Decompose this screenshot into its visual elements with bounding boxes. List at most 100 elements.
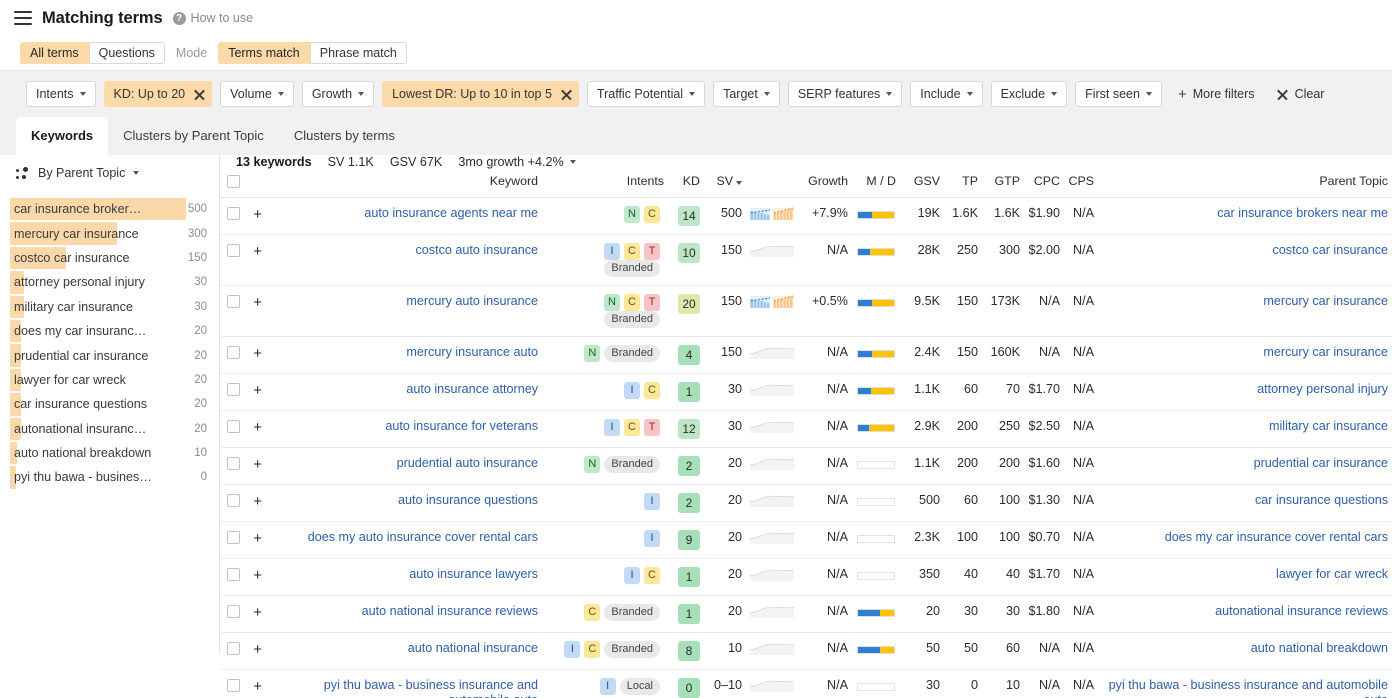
sidebar-item[interactable]: prudential car insurance 20 <box>0 343 219 367</box>
row-checkbox[interactable] <box>227 206 240 220</box>
add-keyword-button[interactable]: + <box>244 484 266 522</box>
filter-volume[interactable]: Volume <box>220 81 294 107</box>
table-row[interactable]: + costco auto insurance I C TBranded 10 150 N/A… <box>220 234 1392 286</box>
clear-filters-button[interactable]: Clear <box>1271 87 1327 101</box>
add-keyword-button[interactable]: + <box>244 285 266 337</box>
parent-topic-link[interactable]: pyi thu bawa - business insurance and au… <box>1102 678 1388 698</box>
sidebar-item[interactable]: attorney personal injury 30 <box>0 270 219 294</box>
parent-topic-link[interactable]: autonational insurance reviews <box>1215 604 1388 619</box>
row-checkbox[interactable] <box>227 493 240 507</box>
add-keyword-button[interactable]: + <box>244 197 266 235</box>
keyword-link[interactable]: mercury auto insurance <box>406 294 538 309</box>
header-parent-topic[interactable]: Parent Topic <box>1098 169 1392 198</box>
parent-topic-link[interactable]: lawyer for car wreck <box>1276 567 1388 582</box>
parent-topic-link[interactable]: mercury car insurance <box>1263 294 1388 309</box>
keyword-link[interactable]: does my auto insurance cover rental cars <box>308 530 538 545</box>
table-row[interactable]: +pyi thu bawa - business insurance and a… <box>220 669 1392 698</box>
header-gtp[interactable]: GTP <box>982 169 1024 198</box>
add-keyword-button[interactable]: + <box>244 595 266 633</box>
add-keyword-button[interactable]: + <box>244 373 266 411</box>
row-checkbox[interactable] <box>227 530 240 544</box>
select-all-checkbox[interactable] <box>227 174 240 188</box>
filter-target[interactable]: Target <box>713 81 780 107</box>
keyword-link[interactable]: pyi thu bawa - business insurance and au… <box>270 678 538 698</box>
parent-topic-link[interactable]: prudential car insurance <box>1254 456 1388 471</box>
filter-serp-features[interactable]: SERP features <box>787 81 903 107</box>
header-md[interactable]: M / D <box>852 169 900 198</box>
table-row[interactable]: + prudential auto insurance N Branded 2 20 N/A… <box>220 447 1392 485</box>
filter-intents[interactable]: Intents <box>26 81 96 107</box>
parent-topic-link[interactable]: auto national breakdown <box>1251 641 1388 656</box>
parent-topic-link[interactable]: military car insurance <box>1269 419 1388 434</box>
row-checkbox[interactable] <box>227 604 240 618</box>
filter-traffic-potential[interactable]: Traffic Potential <box>586 81 706 107</box>
add-keyword-button[interactable]: + <box>244 521 266 559</box>
table-row[interactable]: + auto national insurance I C Branded 8 10 N/A 5… <box>220 632 1392 670</box>
how-to-use-link[interactable]: ? How to use <box>172 11 253 25</box>
header-sv[interactable]: SV <box>704 169 746 198</box>
segment-phrase-match[interactable]: Phrase match <box>309 42 407 64</box>
header-kd[interactable]: KD <box>668 169 704 198</box>
segment-questions[interactable]: Questions <box>88 42 165 64</box>
table-row[interactable]: + auto insurance for veterans I C T 12 30 N/A 2.… <box>220 410 1392 448</box>
parent-topic-link[interactable]: car insurance brokers near me <box>1217 206 1388 221</box>
segment-all-terms[interactable]: All terms <box>20 42 89 64</box>
keyword-link[interactable]: auto national insurance <box>408 641 538 656</box>
more-filters-button[interactable]: + More filters <box>1176 87 1257 102</box>
header-cps[interactable]: CPS <box>1064 169 1098 198</box>
sidebar-item[interactable]: pyi thu bawa - busines… 0 <box>0 465 219 489</box>
table-row[interactable]: + auto national insurance reviews C Branded… <box>220 595 1392 633</box>
sidebar-item[interactable]: costco car insurance 150 <box>0 246 219 270</box>
sidebar-item[interactable]: autonational insuranc… 20 <box>0 417 219 441</box>
table-row[interactable]: + auto insurance questions I 2 20 N/A 500 60 100… <box>220 484 1392 522</box>
keyword-link[interactable]: mercury insurance auto <box>406 345 538 360</box>
hamburger-icon[interactable] <box>14 11 32 25</box>
header-keyword[interactable]: Keyword <box>266 169 542 198</box>
filter-exclude[interactable]: Exclude <box>990 81 1068 107</box>
add-keyword-button[interactable]: + <box>244 336 266 374</box>
sidebar-item[interactable]: car insurance questions 20 <box>0 392 219 416</box>
table-row[interactable]: + mercury auto insurance N C TBranded 20 150 +0… <box>220 285 1392 337</box>
group-by-selector[interactable]: By Parent Topic <box>0 155 219 191</box>
row-checkbox[interactable] <box>227 456 240 470</box>
add-keyword-button[interactable]: + <box>244 410 266 448</box>
row-checkbox[interactable] <box>227 678 240 692</box>
table-row[interactable]: + does my auto insurance cover rental car… <box>220 521 1392 559</box>
header-intents[interactable]: Intents <box>542 169 668 198</box>
filter-first-seen[interactable]: First seen <box>1075 81 1162 107</box>
add-keyword-button[interactable]: + <box>244 234 266 286</box>
header-growth[interactable]: Growth <box>796 169 852 198</box>
add-keyword-button[interactable]: + <box>244 558 266 596</box>
header-tp[interactable]: TP <box>944 169 982 198</box>
remove-kd-filter-icon[interactable] <box>193 88 206 101</box>
keyword-link[interactable]: auto national insurance reviews <box>362 604 538 619</box>
keyword-link[interactable]: auto insurance questions <box>398 493 538 508</box>
row-checkbox[interactable] <box>227 567 240 581</box>
table-row[interactable]: + auto insurance attorney I C 1 30 N/A 1.1K 60 70… <box>220 373 1392 411</box>
keyword-link[interactable]: auto insurance for veterans <box>385 419 538 434</box>
remove-lowest-dr-filter-icon[interactable] <box>560 88 573 101</box>
keyword-link[interactable]: auto insurance lawyers <box>409 567 538 582</box>
row-checkbox[interactable] <box>227 243 240 257</box>
parent-topic-link[interactable]: car insurance questions <box>1255 493 1388 508</box>
add-keyword-button[interactable]: + <box>244 632 266 670</box>
row-checkbox[interactable] <box>227 419 240 433</box>
sidebar-item[interactable]: military car insurance 30 <box>0 295 219 319</box>
tab-clusters-by-parent-topic[interactable]: Clusters by Parent Topic <box>108 117 279 155</box>
tab-keywords[interactable]: Keywords <box>16 117 109 155</box>
sidebar-item[interactable]: mercury car insurance 300 <box>0 221 219 245</box>
tab-clusters-by-terms[interactable]: Clusters by terms <box>279 117 410 155</box>
filter-include[interactable]: Include <box>910 81 983 107</box>
filter-growth[interactable]: Growth <box>301 81 375 107</box>
summary-growth-selector[interactable]: 3mo growth +4.2% <box>458 155 576 169</box>
row-checkbox[interactable] <box>227 345 240 359</box>
parent-topic-link[interactable]: attorney personal injury <box>1257 382 1388 397</box>
table-row[interactable]: + auto insurance agents near me N C 14 500 +7.… <box>220 197 1392 235</box>
sidebar-item[interactable]: does my car insuranc… 20 <box>0 319 219 343</box>
keyword-link[interactable]: costco auto insurance <box>415 243 538 258</box>
sidebar-item[interactable]: auto national breakdown 10 <box>0 441 219 465</box>
row-checkbox[interactable] <box>227 382 240 396</box>
add-keyword-button[interactable]: + <box>244 669 266 698</box>
filter-kd[interactable]: KD: Up to 20 <box>103 81 213 107</box>
segment-terms-match[interactable]: Terms match <box>218 42 310 64</box>
